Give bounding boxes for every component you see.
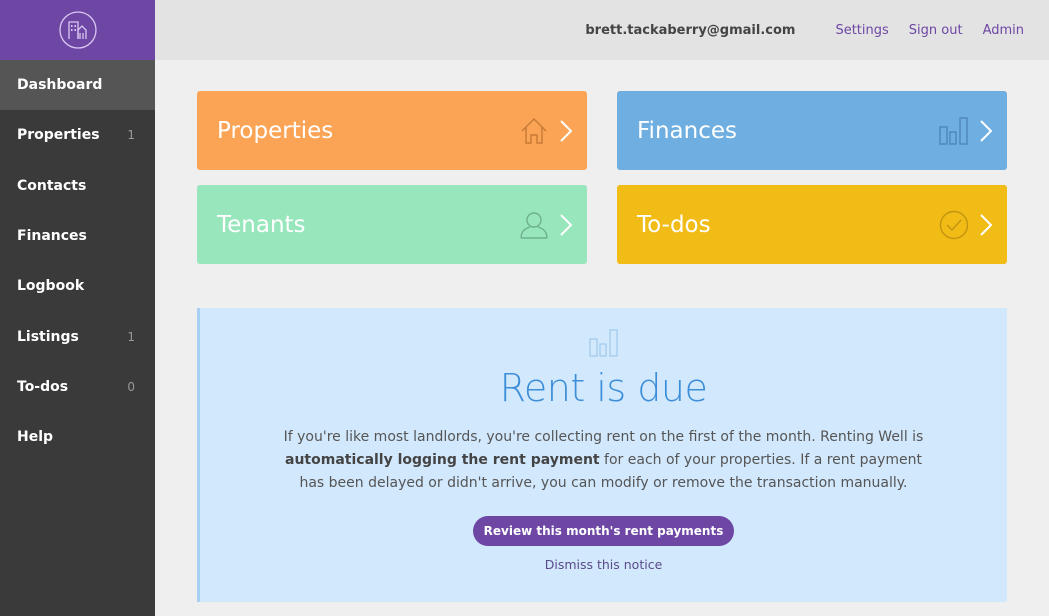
sidebar-item-label: To-dos <box>17 378 69 395</box>
rent-due-notice: Rent is due If you're like most landlord… <box>197 308 1007 602</box>
sidebar: Dashboard Properties 1 Contacts Finances … <box>0 0 155 616</box>
tile-title: Properties <box>217 117 334 144</box>
sign-out-link[interactable]: Sign out <box>909 23 963 38</box>
notice-body: If you're like most landlords, you're co… <box>284 426 924 495</box>
tile-title: Tenants <box>217 211 306 238</box>
notice-title: Rent is due <box>499 366 708 410</box>
chevron-right-icon <box>980 213 993 236</box>
sidebar-item-properties[interactable]: Properties 1 <box>0 110 155 160</box>
sidebar-item-finances[interactable]: Finances <box>0 211 155 261</box>
chevron-right-icon <box>560 119 573 142</box>
sidebar-item-help[interactable]: Help <box>0 412 155 462</box>
user-email: brett.tackaberry@gmail.com <box>585 22 796 38</box>
sidebar-item-todos[interactable]: To-dos 0 <box>0 362 155 412</box>
sidebar-item-count: 0 <box>127 379 135 394</box>
tile-todos[interactable]: To-dos <box>617 185 1007 264</box>
sidebar-item-logbook[interactable]: Logbook <box>0 261 155 311</box>
sidebar-item-label: Finances <box>17 228 87 245</box>
settings-link[interactable]: Settings <box>835 23 888 38</box>
check-circle-icon <box>939 210 969 239</box>
house-icon <box>521 117 547 144</box>
bar-chart-icon <box>588 328 619 362</box>
notice-body-emphasis: automatically logging the rent payment <box>285 452 600 468</box>
sidebar-item-label: Listings <box>17 328 79 345</box>
sidebar-item-label: Dashboard <box>17 77 103 94</box>
sidebar-item-listings[interactable]: Listings 1 <box>0 311 155 361</box>
tile-properties[interactable]: Properties <box>197 91 587 170</box>
sidebar-item-label: Help <box>17 429 54 446</box>
buildings-logo-icon <box>58 11 97 49</box>
sidebar-item-label: Contacts <box>17 177 87 194</box>
dismiss-notice-link[interactable]: Dismiss this notice <box>200 557 1007 572</box>
tile-title: Finances <box>637 117 737 144</box>
tile-finances[interactable]: Finances <box>617 91 1007 170</box>
sidebar-item-label: Properties <box>17 127 100 144</box>
logo[interactable] <box>0 0 155 60</box>
topbar: brett.tackaberry@gmail.com Settings Sign… <box>155 0 1049 60</box>
tile-title: To-dos <box>637 211 711 238</box>
sidebar-item-dashboard[interactable]: Dashboard <box>0 60 155 111</box>
sidebar-item-contacts[interactable]: Contacts <box>0 161 155 211</box>
admin-link[interactable]: Admin <box>983 23 1024 38</box>
sidebar-item-label: Logbook <box>17 278 85 295</box>
tile-tenants[interactable]: Tenants <box>197 185 587 264</box>
notice-body-text: If you're like most landlords, you're co… <box>283 429 924 445</box>
sidebar-item-count: 1 <box>127 329 135 344</box>
review-rent-payments-button[interactable]: Review this month's rent payments <box>472 516 735 546</box>
chevron-right-icon <box>980 119 993 142</box>
bar-chart-icon <box>939 116 968 145</box>
chevron-right-icon <box>560 213 573 236</box>
sidebar-item-count: 1 <box>127 128 135 143</box>
person-icon <box>520 211 548 239</box>
